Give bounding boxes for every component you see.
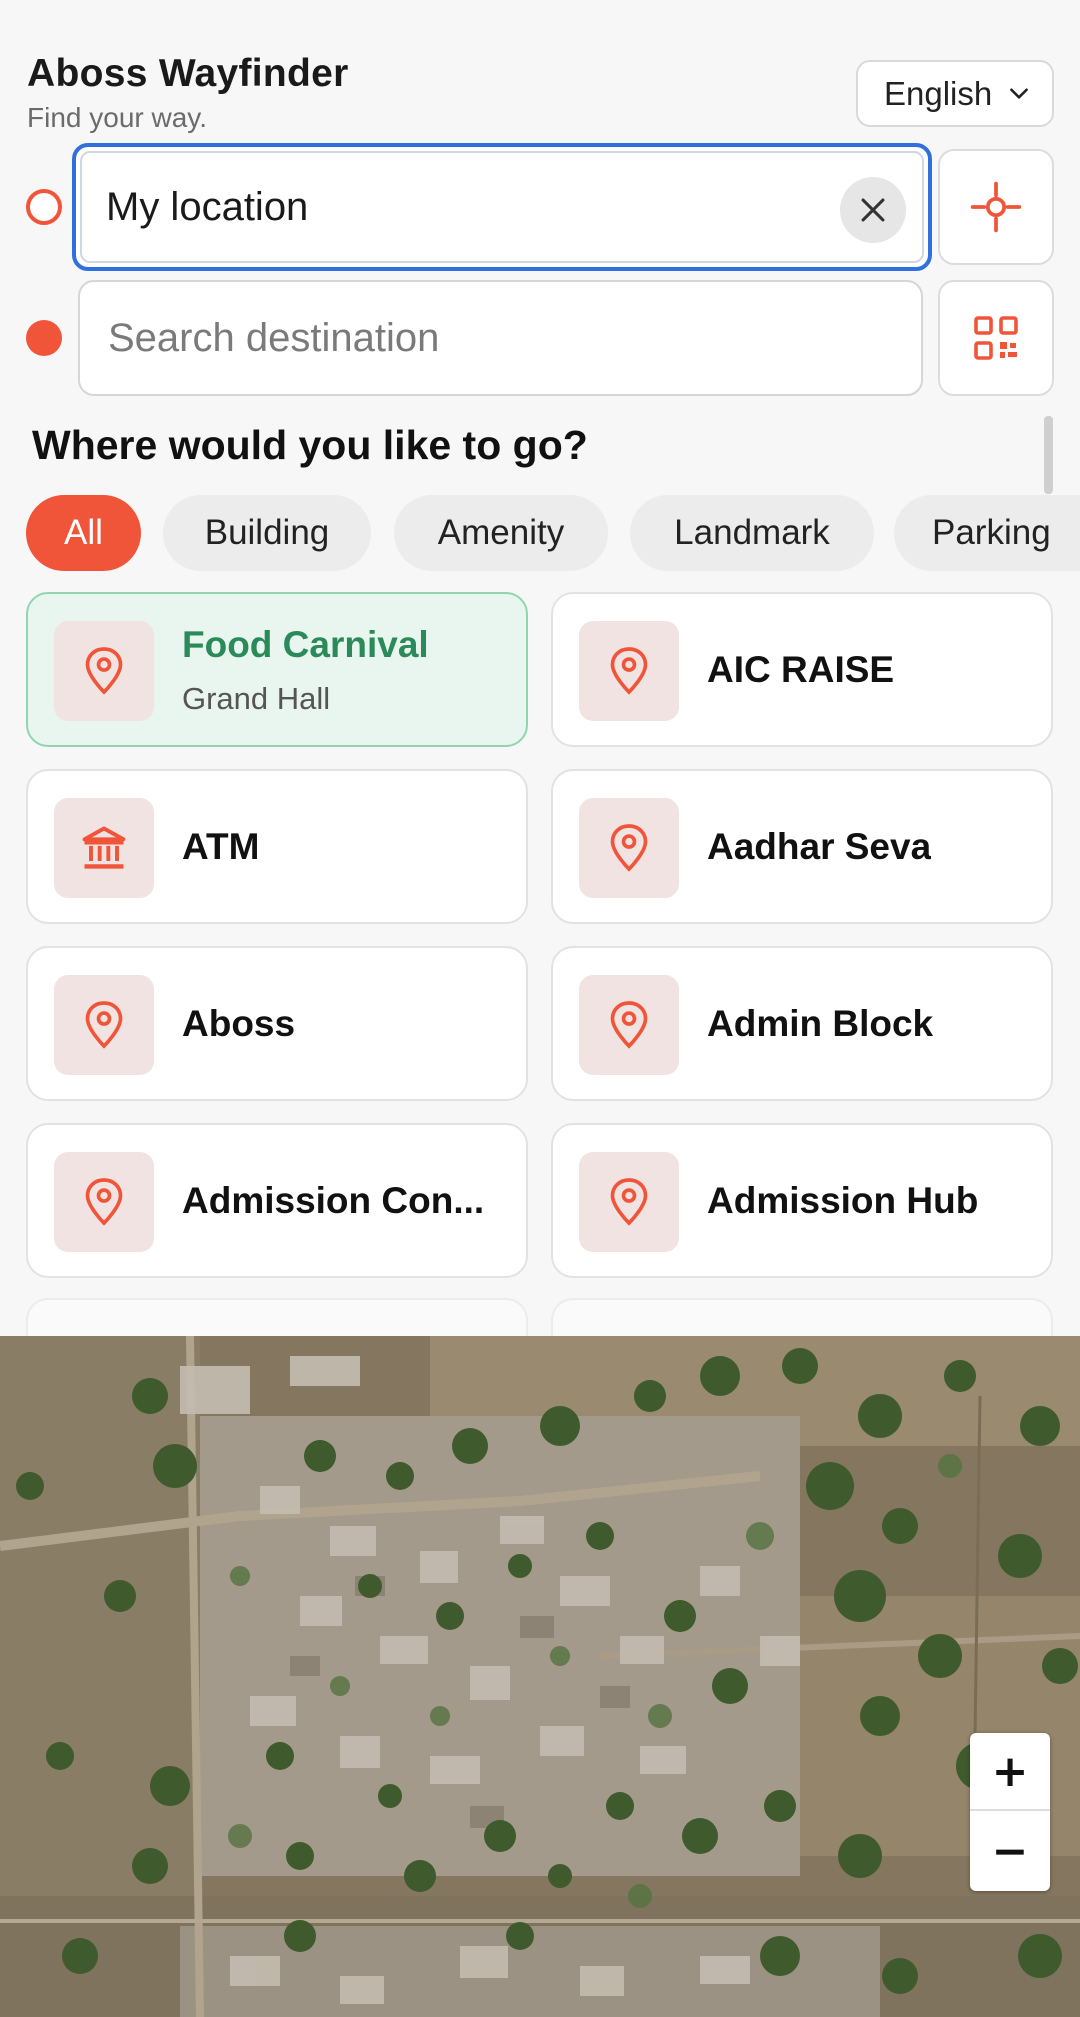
place-name: Admin Block — [707, 1002, 934, 1044]
place-name: AIC RAISE — [707, 648, 895, 690]
locate-me-button[interactable] — [938, 149, 1054, 265]
app-title: Aboss Wayfinder — [27, 52, 349, 95]
place-icon-tile — [54, 975, 154, 1075]
chip-amenity[interactable]: Amenity — [394, 495, 608, 571]
qr-scan-button[interactable] — [938, 280, 1054, 396]
zoom-in-button[interactable]: + — [970, 1733, 1050, 1811]
place-card-admission-hub[interactable]: Admission Hub — [551, 1123, 1053, 1278]
chip-parking[interactable]: Parking — [894, 495, 1080, 571]
map-pin-icon — [610, 1178, 648, 1226]
place-icon-tile — [579, 975, 679, 1075]
place-icon-tile — [579, 621, 679, 721]
place-card-peek — [551, 1298, 1053, 1336]
section-title: Where would you like to go? — [32, 422, 588, 468]
place-card-peek — [26, 1298, 528, 1336]
place-icon-tile — [54, 798, 154, 898]
language-selected-label: English — [884, 74, 993, 112]
language-select[interactable]: English — [856, 60, 1054, 127]
place-icon-tile — [579, 798, 679, 898]
place-name: Admission Con... — [182, 1179, 485, 1221]
close-icon — [861, 198, 885, 222]
destination-placeholder: Search destination — [108, 315, 440, 360]
app-subtitle: Find your way. — [27, 102, 207, 133]
map-pin-icon — [610, 1001, 648, 1049]
place-card-admission-con[interactable]: Admission Con... — [26, 1123, 528, 1278]
place-name: Aadhar Seva — [707, 825, 932, 867]
map-zoom-control: + − — [970, 1733, 1050, 1891]
place-name: Food Carnival — [182, 624, 429, 665]
bank-icon — [82, 826, 126, 869]
scrollbar-thumb[interactable] — [1044, 416, 1053, 494]
destination-dot-icon — [26, 320, 62, 356]
destination-search-input[interactable]: Search destination — [78, 280, 923, 396]
origin-dot-icon — [26, 189, 62, 225]
satellite-map[interactable] — [0, 1336, 1080, 2017]
map-pin-icon — [85, 647, 123, 695]
place-card-admin-block[interactable]: Admin Block — [551, 946, 1053, 1101]
chip-all[interactable]: All — [26, 495, 141, 571]
map-pin-icon — [85, 1001, 123, 1049]
place-icon-tile — [579, 1152, 679, 1252]
place-name: Admission Hub — [707, 1179, 979, 1221]
zoom-out-button[interactable]: − — [970, 1812, 1050, 1890]
map-pin-icon — [610, 824, 648, 872]
place-card-food-carnival[interactable]: Food Carnival Grand Hall — [26, 592, 528, 747]
place-card-aboss[interactable]: Aboss — [26, 946, 528, 1101]
place-card-aadhar-seva[interactable]: Aadhar Seva — [551, 769, 1053, 924]
place-icon-tile — [54, 621, 154, 721]
map-pin-icon — [610, 647, 648, 695]
chevron-down-icon — [1010, 88, 1028, 99]
place-card-atm[interactable]: ATM — [26, 769, 528, 924]
place-card-aic-raise[interactable]: AIC RAISE — [551, 592, 1053, 747]
clear-origin-button[interactable] — [840, 177, 906, 243]
map-pin-icon — [85, 1178, 123, 1226]
crosshair-icon — [970, 181, 1022, 233]
origin-input-value: My location — [106, 184, 309, 229]
place-name: ATM — [182, 825, 260, 867]
map-imagery — [0, 1336, 1080, 2017]
chip-landmark[interactable]: Landmark — [630, 495, 874, 571]
search-panel: Aboss Wayfinder Find your way. English M… — [0, 0, 1080, 1336]
origin-input[interactable]: My location — [72, 143, 932, 271]
category-filter-chips: All Building Amenity Landmark Parking — [26, 495, 1080, 571]
chip-building[interactable]: Building — [163, 495, 371, 571]
qr-code-icon — [974, 316, 1018, 360]
place-subtitle: Grand Hall — [182, 681, 331, 716]
place-name: Aboss — [182, 1002, 296, 1044]
place-icon-tile — [54, 1152, 154, 1252]
